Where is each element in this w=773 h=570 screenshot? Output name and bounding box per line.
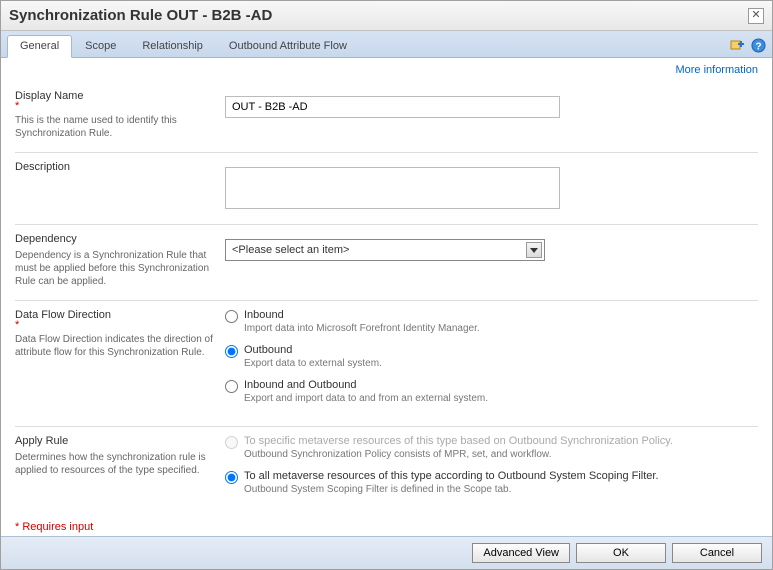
help-icon[interactable]: ? xyxy=(750,37,766,53)
radio-apply-scoping-label: To all metaverse resources of this type … xyxy=(244,470,659,482)
ok-button[interactable]: OK xyxy=(576,543,666,563)
radio-apply-policy-desc: Outbound Synchronization Policy consists… xyxy=(244,449,673,460)
radio-outbound[interactable]: Outbound Export data to external system. xyxy=(225,344,758,369)
dependency-select[interactable]: <Please select an item> xyxy=(225,239,545,261)
add-icon[interactable] xyxy=(728,37,744,53)
radio-inbound-input[interactable] xyxy=(225,310,238,323)
radio-inbound-desc: Import data into Microsoft Forefront Ide… xyxy=(244,323,480,334)
dependency-placeholder: <Please select an item> xyxy=(232,244,349,256)
tab-relationship[interactable]: Relationship xyxy=(129,35,216,57)
radio-apply-policy-input xyxy=(225,436,238,449)
radio-inbound-label: Inbound xyxy=(244,309,480,321)
dataflow-label: Data Flow Direction xyxy=(15,309,213,321)
radio-outbound-desc: Export data to external system. xyxy=(244,358,382,369)
dependency-desc: Dependency is a Synchronization Rule tha… xyxy=(15,249,213,288)
field-apply-rule: Apply Rule Determines how the synchroniz… xyxy=(15,427,758,517)
close-icon: ✕ xyxy=(751,9,760,21)
radio-apply-policy: To specific metaverse resources of this … xyxy=(225,435,758,460)
radio-outbound-input[interactable] xyxy=(225,345,238,358)
tabs: General Scope Relationship Outbound Attr… xyxy=(7,35,360,57)
advanced-view-button[interactable]: Advanced View xyxy=(472,543,570,563)
radio-outbound-label: Outbound xyxy=(244,344,382,356)
dataflow-desc: Data Flow Direction indicates the direct… xyxy=(15,333,213,359)
field-data-flow-direction: Data Flow Direction * Data Flow Directio… xyxy=(15,301,758,427)
apply-rule-label: Apply Rule xyxy=(15,435,213,447)
radio-apply-scoping[interactable]: To all metaverse resources of this type … xyxy=(225,470,758,495)
title-bar: Synchronization Rule OUT - B2B -AD ✕ xyxy=(1,1,772,31)
tab-strip: General Scope Relationship Outbound Attr… xyxy=(1,31,772,58)
display-name-label: Display Name xyxy=(15,90,213,102)
more-information-link[interactable]: More information xyxy=(15,62,758,82)
button-bar: Advanced View OK Cancel xyxy=(1,536,772,569)
tab-scope[interactable]: Scope xyxy=(72,35,129,57)
close-button[interactable]: ✕ xyxy=(748,8,764,24)
sync-rule-dialog: Synchronization Rule OUT - B2B -AD ✕ Gen… xyxy=(0,0,773,570)
radio-inbound-outbound-desc: Export and import data to and from an ex… xyxy=(244,393,488,404)
radio-inbound[interactable]: Inbound Import data into Microsoft Foref… xyxy=(225,309,758,334)
field-display-name: Display Name * This is the name used to … xyxy=(15,82,758,153)
display-name-input[interactable] xyxy=(225,96,560,118)
required-marker: * xyxy=(15,321,213,329)
tab-content: More information Display Name * This is … xyxy=(1,58,772,536)
description-input[interactable] xyxy=(225,167,560,209)
field-dependency: Dependency Dependency is a Synchronizati… xyxy=(15,225,758,301)
radio-apply-policy-label: To specific metaverse resources of this … xyxy=(244,435,673,447)
requires-input-note: * Requires input xyxy=(15,517,758,536)
field-description: Description xyxy=(15,153,758,225)
radio-apply-scoping-desc: Outbound System Scoping Filter is define… xyxy=(244,484,659,495)
svg-text:?: ? xyxy=(755,41,761,52)
display-name-desc: This is the name used to identify this S… xyxy=(15,114,213,140)
radio-inbound-outbound-label: Inbound and Outbound xyxy=(244,379,488,391)
radio-inbound-outbound-input[interactable] xyxy=(225,380,238,393)
description-label: Description xyxy=(15,161,213,173)
dependency-label: Dependency xyxy=(15,233,213,245)
tab-outbound-attribute-flow[interactable]: Outbound Attribute Flow xyxy=(216,35,360,57)
chevron-down-icon xyxy=(526,242,542,258)
cancel-button[interactable]: Cancel xyxy=(672,543,762,563)
apply-rule-desc: Determines how the synchronization rule … xyxy=(15,451,213,477)
radio-apply-scoping-input[interactable] xyxy=(225,471,238,484)
radio-inbound-outbound[interactable]: Inbound and Outbound Export and import d… xyxy=(225,379,758,404)
dialog-title: Synchronization Rule OUT - B2B -AD xyxy=(9,7,272,24)
tab-toolbar: ? xyxy=(728,37,766,57)
required-marker: * xyxy=(15,102,213,110)
tab-general[interactable]: General xyxy=(7,35,72,58)
